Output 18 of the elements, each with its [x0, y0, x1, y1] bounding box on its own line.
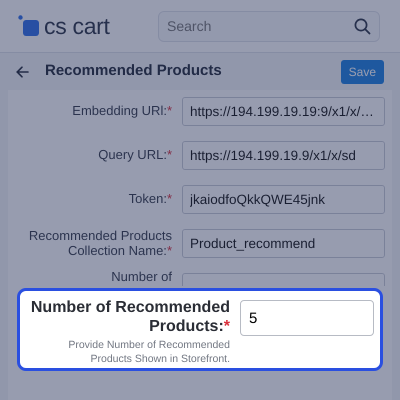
search-icon[interactable]	[354, 18, 371, 34]
field-label: Number of Recommended Products:*	[30, 298, 230, 336]
field-label: Query URL:*	[97, 148, 172, 163]
help-text: Provide Number of Recommended Products Shown in Storefront.	[67, 339, 230, 367]
field-label: Number of	[111, 270, 172, 286]
logo-text: cs cart	[44, 12, 110, 41]
page-title: Recommended Products	[45, 61, 222, 82]
field-label: Embedding URl:*	[71, 104, 172, 119]
text-field[interactable]: 5	[240, 300, 374, 336]
field-label: Token:*	[128, 192, 172, 207]
search-field[interactable]: Search	[158, 10, 380, 42]
logo-icon	[18, 15, 40, 37]
text-field[interactable]: https://194.199.19.9/x1/x/sd	[182, 141, 385, 170]
text-field[interactable]: https://194.199.19.19:9/x1/x/…	[182, 97, 385, 126]
text-field[interactable]: Product_recommend	[182, 229, 385, 258]
back-arrow-icon[interactable]	[16, 66, 29, 78]
field-label: Recommended Products Collection Name:*	[28, 229, 172, 259]
text-field[interactable]: jkaiodfoQkkQWE45jnk	[182, 185, 385, 214]
